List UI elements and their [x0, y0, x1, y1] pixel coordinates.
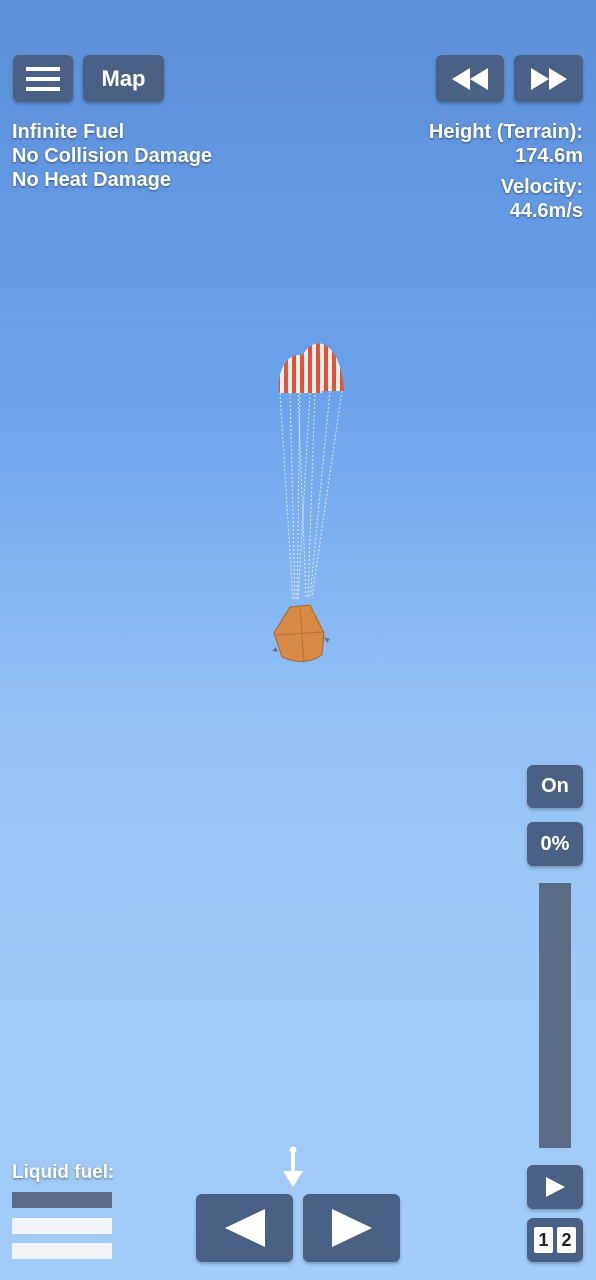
- left-triangle-icon: [224, 1209, 265, 1247]
- liquid-fuel-label: Liquid fuel:: [12, 1162, 115, 1183]
- fast-forward-icon: [530, 67, 567, 90]
- throttle-readout: 0%: [527, 822, 583, 866]
- play-icon: [546, 1177, 565, 1197]
- cheat-infinite-fuel: Infinite Fuel: [12, 121, 125, 143]
- parachute-right: [295, 343, 344, 391]
- cheat-no-heat-damage: No Heat Damage: [12, 169, 171, 191]
- rewind-icon: [452, 67, 488, 90]
- rotate-left-button[interactable]: [196, 1194, 293, 1262]
- fuel-bar-3: [12, 1243, 112, 1259]
- height-label: Height (Terrain):: [428, 121, 583, 143]
- down-arrow-icon: [283, 1146, 303, 1187]
- hamburger-menu-icon: [26, 66, 60, 91]
- stage-digit-2: 2: [557, 1227, 576, 1253]
- stage-digit-1: 1: [534, 1227, 553, 1253]
- stage-selector[interactable]: 1 2: [527, 1218, 583, 1262]
- spacecraft-scene: [272, 343, 344, 664]
- height-value: 174.6m: [515, 145, 583, 167]
- rewind-button[interactable]: [436, 55, 504, 102]
- fuel-bar-1: [12, 1192, 112, 1208]
- capsule: [272, 604, 330, 664]
- velocity-value: 44.6m/s: [509, 200, 583, 222]
- parachute-lines: [279, 390, 343, 601]
- engine-toggle-button[interactable]: On: [527, 765, 583, 808]
- fuel-bar-2: [12, 1218, 112, 1234]
- cheat-no-collision-damage: No Collision Damage: [12, 145, 213, 167]
- menu-button[interactable]: [13, 55, 73, 102]
- right-triangle-icon: [331, 1209, 372, 1247]
- fast-forward-button[interactable]: [514, 55, 583, 102]
- activate-stage-button[interactable]: [527, 1165, 583, 1209]
- map-button[interactable]: Map: [83, 55, 164, 102]
- velocity-label: Velocity:: [500, 176, 583, 198]
- throttle-slider[interactable]: [539, 883, 571, 1148]
- rotate-right-button[interactable]: [303, 1194, 400, 1262]
